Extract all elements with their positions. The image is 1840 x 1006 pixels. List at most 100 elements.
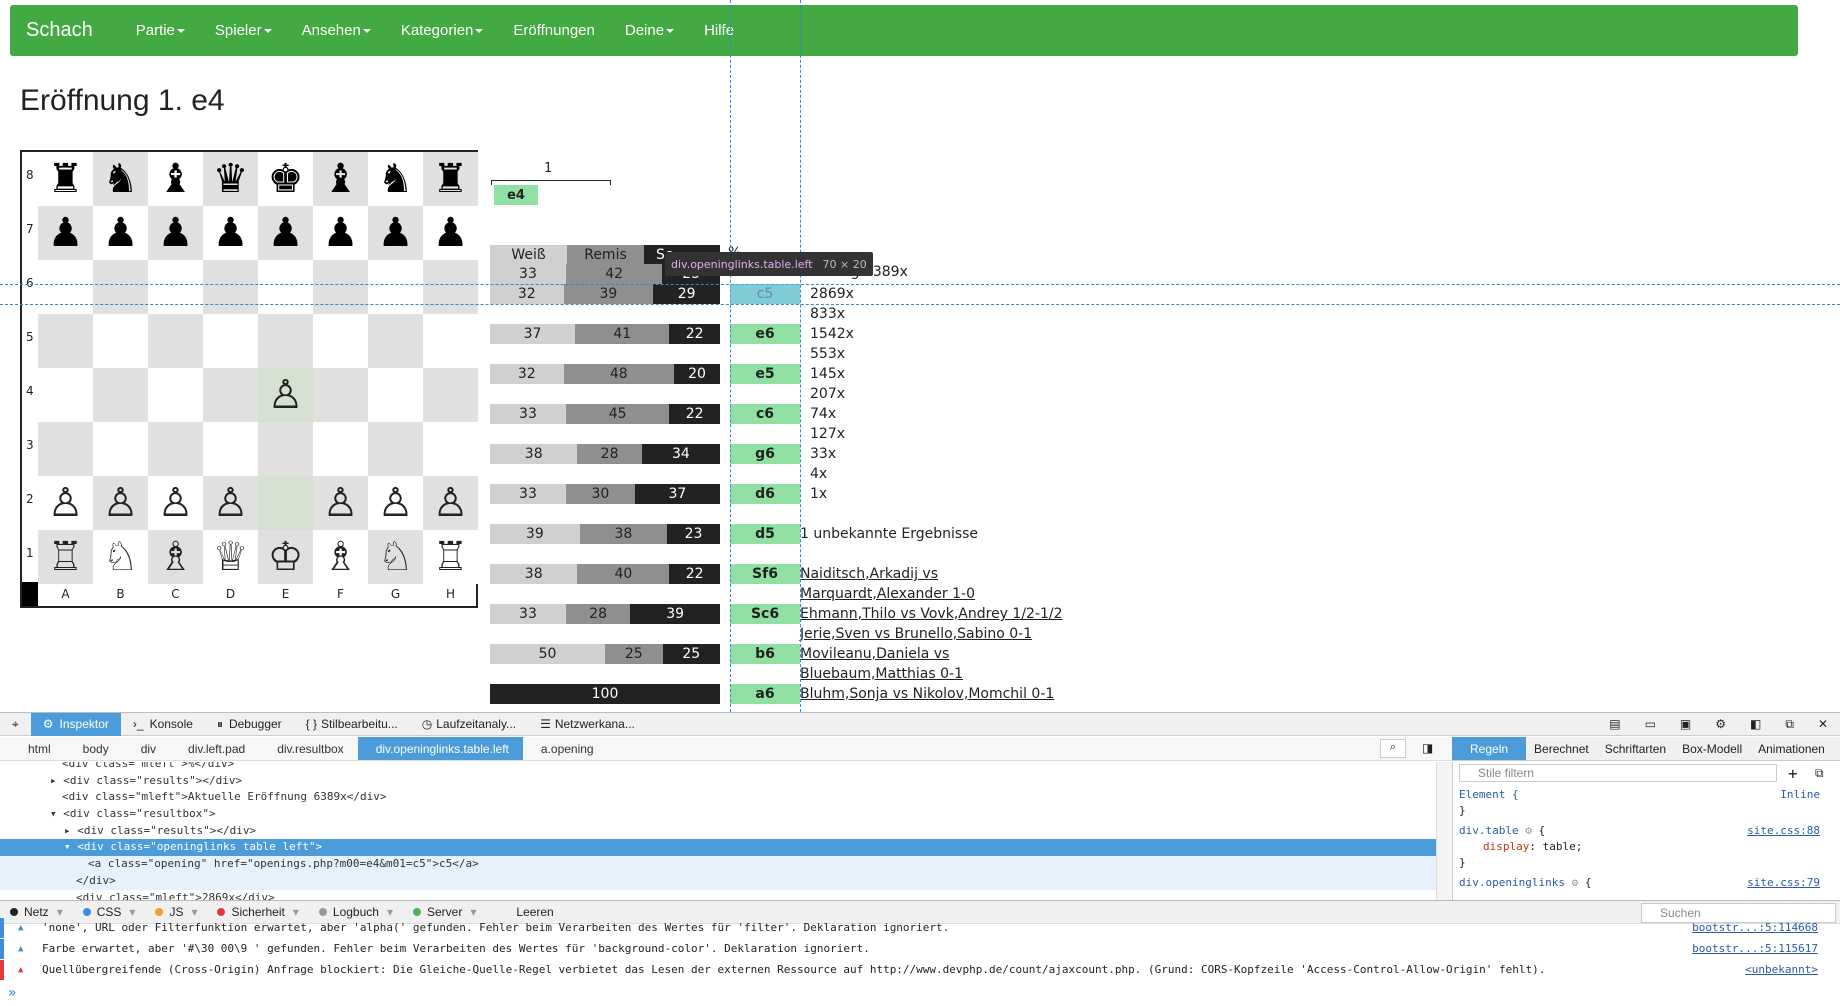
opening-move-link[interactable]: a6 [730,684,800,704]
rule-source-link[interactable]: site.css:88 [1747,824,1820,837]
board-square[interactable] [148,422,203,476]
chess-piece[interactable]: ♖ [38,530,93,584]
game-link[interactable]: Bluebaum,Matthias 0-1 [800,666,963,682]
nav-eroeffnungen[interactable]: Eröffnungen [513,22,594,39]
nav-deine[interactable]: Deine [625,22,675,39]
opening-move-link[interactable]: c6 [730,404,800,424]
console-message-source[interactable]: bootstr...:5:114668 [1692,918,1818,938]
nav-spieler[interactable]: Spieler [215,22,272,39]
board-square[interactable] [313,368,368,422]
board-square[interactable] [38,314,93,368]
board-square[interactable] [258,260,313,314]
chess-piece[interactable]: ♙ [203,476,258,530]
responsive-icon[interactable]: ▭ [1633,713,1668,736]
console-filter-leeren[interactable]: Leeren [486,905,563,919]
chess-piece[interactable]: ♟ [423,206,478,260]
game-link[interactable]: Bluhm,Sonja vs Nikolov,Momchil 0-1 [800,686,1054,702]
chess-piece[interactable]: ♗ [313,530,368,584]
chess-piece[interactable]: ♘ [93,530,148,584]
opening-move-link[interactable]: Sf6 [730,564,800,584]
tab-konsole[interactable]: ›_ Konsole [121,713,205,736]
chess-piece[interactable]: ♖ [423,530,478,584]
board-square[interactable] [148,314,203,368]
console-filter-css[interactable]: CSS ▾ [73,905,146,919]
chess-piece[interactable]: ♙ [258,368,313,422]
tab-netzwerk[interactable]: ☰ Netzwerkana... [528,713,647,736]
chess-piece[interactable]: ♝ [313,152,368,206]
collapse-icon[interactable]: ▾ [50,807,63,820]
tab-laufzeit[interactable]: ◷ Laufzeitanaly... [410,713,528,736]
chess-piece[interactable]: ♜ [423,152,478,206]
chess-piece[interactable]: ♟ [38,206,93,260]
tab-inspektor[interactable]: ⚙ Inspektor [30,712,121,736]
chess-piece[interactable]: ♘ [368,530,423,584]
filter-styles-input[interactable]: Stile filtern [1459,764,1777,782]
board-square[interactable] [423,368,478,422]
chess-piece[interactable]: ♟ [203,206,258,260]
markup-line[interactable]: <div class="mleft">%</div> [0,762,1436,773]
rules-tab[interactable]: Berechnet [1526,737,1597,760]
search-icon[interactable]: ⌕ [1380,739,1406,758]
rule-source-link[interactable]: site.css:79 [1747,876,1820,889]
game-link[interactable]: Movileanu,Daniela vs [800,646,949,662]
rules-tab[interactable]: Regeln [1452,737,1527,760]
chess-piece[interactable]: ♟ [368,206,423,260]
sidebar-toggle-icon[interactable]: ◨ [1422,741,1433,755]
board-square[interactable] [423,422,478,476]
expand-icon[interactable]: ▸ [64,824,77,837]
breadcrumb-item[interactable]: div.resultbox [259,737,357,760]
board-square[interactable] [38,422,93,476]
console-filter-logbuch[interactable]: Logbuch ▾ [309,905,403,919]
game-link[interactable]: Jerie,Sven vs Brunello,Sabino 0-1 [800,626,1032,642]
close-icon[interactable]: ✕ [1806,713,1840,736]
chess-piece[interactable]: ♙ [93,476,148,530]
board-square[interactable] [313,314,368,368]
opening-move-link[interactable]: b6 [730,644,800,664]
markup-line[interactable]: </div> [0,872,1436,890]
rules-tab[interactable]: Schriftarten [1597,737,1674,760]
breadcrumb-item[interactable]: div.openinglinks.table.left [357,737,523,760]
chess-piece[interactable]: ♔ [258,530,313,584]
board-square[interactable] [93,260,148,314]
opening-move-link[interactable]: g6 [730,444,800,464]
chess-piece[interactable]: ♚ [258,152,313,206]
board-square[interactable] [258,476,313,530]
opening-move-link[interactable]: e5 [730,364,800,384]
chess-piece[interactable]: ♟ [93,206,148,260]
brand-link[interactable]: Schach [26,19,93,42]
board-square[interactable] [38,368,93,422]
nav-ansehen[interactable]: Ansehen [302,22,371,39]
chess-piece[interactable]: ♗ [148,530,203,584]
add-rule-icon[interactable]: + [1788,764,1798,783]
board-square[interactable] [93,368,148,422]
board-square[interactable] [93,314,148,368]
markup-line-selected[interactable]: ▾ <div class="openinglinks table left"> [0,839,1436,857]
board-square[interactable] [93,422,148,476]
board-square[interactable] [148,368,203,422]
console-message-source[interactable]: <unbekannt> [1745,960,1818,980]
board-square[interactable] [203,422,258,476]
board-square[interactable] [313,422,368,476]
gear-icon[interactable]: ⚙ [1572,876,1579,889]
nav-kategorien[interactable]: Kategorien [401,22,484,39]
console-filter-sicherheit[interactable]: Sicherheit ▾ [207,905,308,919]
chess-piece[interactable]: ♟ [258,206,313,260]
screenshot-icon[interactable]: ▣ [1668,713,1703,736]
board-square[interactable] [423,314,478,368]
board-square[interactable] [203,260,258,314]
breadcrumb-item[interactable]: div.left.pad [170,737,259,760]
opening-move-link[interactable]: d5 [730,524,800,544]
chess-piece[interactable]: ♙ [368,476,423,530]
chess-piece[interactable]: ♟ [313,206,368,260]
board-square[interactable] [313,260,368,314]
tab-stil[interactable]: { } Stilbearbeitu... [294,713,410,736]
expand-icon[interactable]: ▸ [50,774,63,787]
board-square[interactable] [203,314,258,368]
rules-tab[interactable]: Animationen [1750,737,1833,760]
board-square[interactable] [203,368,258,422]
popout-icon[interactable]: ⧉ [1773,713,1806,736]
board-square[interactable] [423,260,478,314]
markup-line[interactable]: <a class="opening" href="openings.php?m0… [0,856,1436,873]
chess-piece[interactable]: ♝ [148,152,203,206]
breadcrumb-item[interactable]: html [0,737,65,760]
